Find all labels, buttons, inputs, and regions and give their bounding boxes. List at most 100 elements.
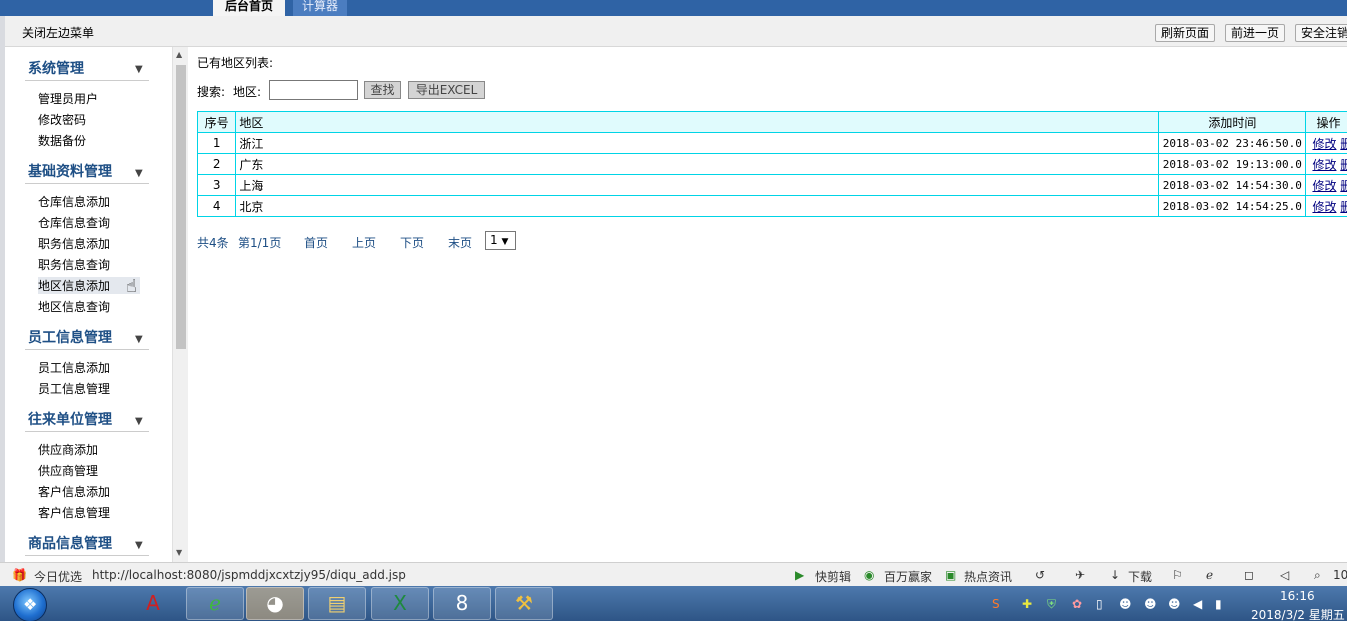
pager-total: 共4条	[197, 236, 229, 250]
window-icon[interactable]: ◻	[1244, 568, 1254, 582]
toolbar: 关闭左边菜单 刷新页面 前进一页 安全注销	[5, 16, 1347, 47]
table-row: 4 北京 2018-03-02 14:54:25.0 修改 删除	[196, 195, 1347, 217]
sidebar-item-admin-users[interactable]: 管理员用户	[38, 90, 98, 107]
delete-link[interactable]: 删除	[1340, 137, 1347, 151]
history-icon[interactable]: ↺	[1035, 568, 1045, 582]
ie-icon[interactable]: ℯ	[1206, 568, 1213, 582]
browser-taskbar-icon[interactable]: ℯ	[186, 587, 244, 620]
region-search-input[interactable]	[269, 80, 358, 100]
row-region: 广东	[235, 153, 1160, 175]
sidebar-item-supplier-add[interactable]: 供应商添加	[38, 441, 98, 458]
sidebar-item-region-query[interactable]: 地区信息查询	[38, 298, 110, 315]
plus-icon[interactable]: ✚	[1022, 597, 1032, 611]
qq-icon[interactable]: ☻	[1119, 597, 1132, 611]
sidebar-item-region-add[interactable]: 地区信息添加	[38, 277, 141, 294]
clock-time[interactable]: 16:16	[1280, 589, 1315, 603]
scroll-up-arrow-icon[interactable]: ▲	[176, 50, 182, 59]
explorer-taskbar-icon[interactable]: ▤	[308, 587, 366, 620]
scroll-down-arrow-icon[interactable]: ▼	[176, 548, 182, 557]
row-no: 3	[196, 174, 237, 196]
sidebar-item-warehouse-query[interactable]: 仓库信息查询	[38, 214, 110, 231]
refresh-page-button[interactable]: 刷新页面	[1155, 24, 1216, 42]
flower-icon[interactable]: ✿	[1072, 597, 1082, 611]
logout-button[interactable]: 安全注销	[1295, 24, 1347, 42]
acrobat-taskbar-icon[interactable]: A	[124, 587, 182, 620]
pager-prev-link[interactable]: 上页	[352, 234, 376, 251]
edit-link[interactable]: 修改	[1312, 200, 1336, 214]
browser-status-bar: 🎁 今日优选 http://localhost:8080/jspmddjxcxt…	[0, 562, 1347, 586]
scrollbar-thumb[interactable]	[176, 65, 186, 349]
zoom-level[interactable]: 10	[1333, 568, 1347, 582]
caret-down-icon[interactable]: ▼	[135, 168, 143, 179]
delete-link[interactable]: 删除	[1340, 179, 1347, 193]
volume-icon[interactable]: ◀	[1193, 597, 1202, 611]
caret-down-icon[interactable]: ▼	[135, 64, 143, 75]
sidebar-item-position-add[interactable]: 职务信息添加	[38, 235, 110, 252]
sidebar-item-position-query[interactable]: 职务信息查询	[38, 256, 110, 273]
row-region: 上海	[235, 174, 1160, 196]
close-left-menu-link[interactable]: 关闭左边菜单	[22, 24, 94, 41]
caret-down-icon[interactable]: ▼	[135, 416, 143, 427]
table-row: 3 上海 2018-03-02 14:54:30.0 修改 删除	[196, 174, 1347, 196]
app-taskbar-icon[interactable]: 8	[433, 587, 491, 620]
tools-taskbar-icon[interactable]: ⚒	[495, 587, 553, 620]
menu-group-system[interactable]: 系统管理	[28, 58, 84, 78]
sidebar-scrollbar[interactable]: ▲ ▼	[172, 47, 188, 562]
network-icon[interactable]: ▮	[1215, 597, 1222, 611]
today-picks-link[interactable]: 今日优选	[34, 568, 82, 585]
excel-taskbar-icon[interactable]: X	[371, 587, 429, 620]
speaker-icon[interactable]: ◁	[1280, 568, 1289, 582]
edit-link[interactable]: 修改	[1312, 179, 1336, 193]
caret-down-icon[interactable]: ▼	[135, 334, 143, 345]
sidebar-item-employee-add[interactable]: 员工信息添加	[38, 359, 110, 376]
pager-last-link[interactable]: 末页	[448, 234, 472, 251]
download-link[interactable]: 下载	[1128, 568, 1152, 585]
caret-down-icon[interactable]: ▼	[135, 540, 143, 551]
sidebar-menu: 系统管理 ▼ 管理员用户 修改密码 数据备份 基础资料管理 ▼ 仓库信息添加 仓…	[5, 47, 172, 562]
edit-link[interactable]: 修改	[1312, 137, 1336, 151]
zoom-icon[interactable]: ⌕	[1314, 568, 1321, 583]
row-time: 2018-03-02 14:54:30.0	[1158, 174, 1307, 196]
million-winner-link[interactable]: 百万赢家	[884, 568, 932, 585]
image-taskbar-icon[interactable]: ◕	[246, 587, 304, 620]
delete-link[interactable]: 删除	[1340, 158, 1347, 172]
sidebar-item-data-backup[interactable]: 数据备份	[38, 132, 86, 149]
qq-icon[interactable]: ☻	[1168, 597, 1181, 611]
quick-edit-link[interactable]: 快剪辑	[815, 568, 851, 585]
sidebar-item-warehouse-add[interactable]: 仓库信息添加	[38, 193, 110, 210]
row-operations: 修改 删除	[1305, 174, 1347, 196]
forward-page-button[interactable]: 前进一页	[1225, 24, 1286, 42]
shield-icon[interactable]: ⛨	[1047, 597, 1056, 612]
page-select-value: 1	[490, 233, 498, 247]
menu-group-goods[interactable]: 商品信息管理	[28, 533, 112, 553]
flag-icon[interactable]: ⚐	[1172, 568, 1183, 582]
page-select[interactable]: 1 ▼	[485, 231, 516, 250]
sidebar-item-supplier-manage[interactable]: 供应商管理	[38, 462, 98, 479]
qq-icon[interactable]: ☻	[1144, 597, 1157, 611]
menu-group-partners[interactable]: 往来单位管理	[28, 409, 112, 429]
clock-date[interactable]: 2018/3/2 星期五	[1251, 606, 1345, 621]
header-operation: 操作	[1305, 111, 1347, 133]
menu-divider	[25, 555, 149, 556]
tab-home[interactable]: 后台首页	[213, 0, 285, 16]
tab-calculator[interactable]: 计算器	[293, 0, 347, 16]
find-button[interactable]: 查找	[364, 81, 401, 99]
delete-link[interactable]: 删除	[1340, 200, 1347, 214]
pager-first-link[interactable]: 首页	[304, 234, 328, 251]
menu-group-basic-data[interactable]: 基础资料管理	[28, 161, 112, 181]
sidebar-item-change-password[interactable]: 修改密码	[38, 111, 86, 128]
menu-group-employee[interactable]: 员工信息管理	[28, 327, 112, 347]
hot-news-link[interactable]: 热点资讯	[964, 568, 1012, 585]
sidebar-item-customer-manage[interactable]: 客户信息管理	[38, 504, 110, 521]
pin-icon[interactable]: ✈	[1075, 568, 1085, 582]
device-icon[interactable]: ▯	[1096, 597, 1103, 611]
sidebar-item-customer-add[interactable]: 客户信息添加	[38, 483, 110, 500]
pager-next-link[interactable]: 下页	[400, 234, 424, 251]
sogou-icon[interactable]: S	[992, 597, 1000, 611]
start-button[interactable]: ❖	[13, 588, 47, 621]
sidebar-item-employee-manage[interactable]: 员工信息管理	[38, 380, 110, 397]
export-excel-button[interactable]: 导出EXCEL	[408, 81, 485, 99]
download-icon[interactable]: ↓	[1110, 568, 1120, 582]
dropdown-arrow-icon: ▼	[501, 237, 509, 247]
edit-link[interactable]: 修改	[1312, 158, 1336, 172]
